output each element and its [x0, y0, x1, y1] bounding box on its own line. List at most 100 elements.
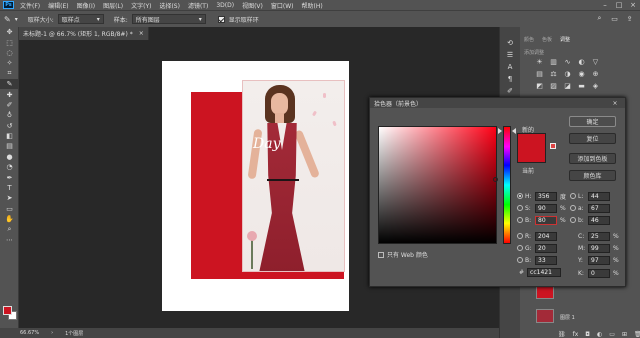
- tab-color[interactable]: 颜色: [520, 35, 538, 45]
- group-icon[interactable]: ▭: [609, 331, 615, 338]
- menu-help[interactable]: 帮助(H): [298, 1, 327, 10]
- menu-select[interactable]: 选择(S): [155, 1, 184, 10]
- a-radio[interactable]: [570, 205, 576, 211]
- lasso-tool-icon[interactable]: ◌: [0, 48, 19, 58]
- dodge-tool-icon[interactable]: ◔: [0, 162, 19, 172]
- lab-b-input[interactable]: 46: [588, 215, 610, 225]
- brush-panel-icon[interactable]: ✐: [500, 85, 520, 97]
- brightness-icon[interactable]: ☀: [534, 58, 545, 66]
- color-cursor[interactable]: [493, 177, 498, 182]
- new-layer-icon[interactable]: ⊞: [622, 331, 627, 338]
- y-input[interactable]: 97: [588, 255, 610, 265]
- black-white-icon[interactable]: ◑: [562, 70, 573, 78]
- l-input[interactable]: 44: [588, 191, 610, 201]
- fx-icon[interactable]: fx: [573, 331, 579, 338]
- menu-layer[interactable]: 图层(L): [99, 1, 127, 10]
- close-icon[interactable]: ×: [139, 30, 144, 37]
- tab-swatches[interactable]: 色板: [538, 35, 556, 45]
- close-icon[interactable]: ×: [626, 0, 640, 10]
- hue-slider[interactable]: [503, 126, 511, 244]
- selective-color-icon[interactable]: ◈: [590, 82, 601, 90]
- hue-slider-arrow-right[interactable]: [512, 128, 516, 134]
- r-input[interactable]: 204: [535, 231, 557, 241]
- healing-brush-tool-icon[interactable]: ✚: [0, 89, 19, 99]
- c-input[interactable]: 25: [588, 231, 610, 241]
- exposure-icon[interactable]: ◐: [576, 58, 587, 66]
- tab-adjustments[interactable]: 调整: [556, 35, 575, 45]
- add-to-swatches-button[interactable]: 添加到色板: [569, 153, 616, 164]
- more-tools-icon[interactable]: ⋯: [0, 235, 19, 245]
- reset-button[interactable]: 复位: [569, 133, 616, 144]
- share-icon[interactable]: ⇪: [625, 14, 634, 23]
- layer-thumbnail[interactable]: [536, 285, 554, 299]
- layer-1-thumbnail[interactable]: [536, 309, 554, 323]
- s-input[interactable]: 90: [535, 203, 557, 213]
- gradient-tool-icon[interactable]: ▤: [0, 141, 19, 151]
- zoom-level[interactable]: 66.67%: [20, 330, 39, 336]
- hue-slider-arrow-left[interactable]: [498, 128, 502, 134]
- curves-icon[interactable]: ∿: [562, 58, 573, 66]
- g-input[interactable]: 20: [535, 243, 557, 253]
- menu-edit[interactable]: 编辑(E): [44, 1, 72, 10]
- hue-saturation-icon[interactable]: ▤: [534, 70, 545, 78]
- blur-tool-icon[interactable]: ●: [0, 152, 19, 162]
- color-balance-icon[interactable]: ⚖: [548, 70, 559, 78]
- menu-view[interactable]: 视图(V): [238, 1, 267, 10]
- properties-panel-icon[interactable]: ☰: [500, 49, 520, 61]
- sample-dropdown[interactable]: 所有图层 ▾: [131, 14, 206, 24]
- gamut-warning-icon[interactable]: [550, 143, 556, 149]
- g-radio[interactable]: [517, 245, 523, 251]
- crop-tool-icon[interactable]: ⌗: [0, 69, 19, 79]
- r-radio[interactable]: [517, 233, 523, 239]
- brush-tool-icon[interactable]: ✐: [0, 100, 19, 110]
- zoom-tool-icon[interactable]: ⌕: [0, 224, 19, 234]
- blue-radio[interactable]: [517, 257, 523, 263]
- ok-button[interactable]: 确定: [569, 116, 616, 127]
- rectangle-tool-icon[interactable]: ▭: [0, 204, 19, 214]
- tool-preset-chevron-icon[interactable]: ▾: [15, 16, 18, 23]
- document-tab[interactable]: 未标题-1 @ 66.7% (矩形 1, RGB/8#) * ×: [19, 27, 149, 40]
- show-ring-checkbox[interactable]: [217, 15, 225, 23]
- channel-mixer-icon[interactable]: ⊕: [590, 70, 601, 78]
- marquee-tool-icon[interactable]: ⬚: [0, 37, 19, 47]
- character-panel-icon[interactable]: A: [500, 61, 520, 73]
- current-color-swatch[interactable]: [517, 148, 546, 163]
- maximize-icon[interactable]: □: [612, 0, 626, 10]
- dialog-title-bar[interactable]: 拾色器（前景色） ×: [370, 98, 625, 108]
- h-radio[interactable]: [517, 193, 523, 199]
- gradient-map-icon[interactable]: ▬: [576, 82, 587, 90]
- clone-stamp-tool-icon[interactable]: ♁: [0, 110, 19, 120]
- sample-size-dropdown[interactable]: 取样点 ▾: [57, 14, 104, 24]
- adjustment-layer-icon[interactable]: ◐: [597, 331, 602, 338]
- history-brush-tool-icon[interactable]: ↺: [0, 121, 19, 131]
- blue-input[interactable]: 33: [535, 255, 557, 265]
- menu-type[interactable]: 文字(Y): [127, 1, 155, 10]
- l-radio[interactable]: [570, 193, 576, 199]
- path-selection-tool-icon[interactable]: ➤: [0, 193, 19, 203]
- paragraph-panel-icon[interactable]: ¶: [500, 73, 520, 85]
- hex-input[interactable]: cc1421: [527, 268, 562, 277]
- menu-3d[interactable]: 3D(D): [212, 2, 238, 9]
- m-input[interactable]: 99: [588, 243, 610, 253]
- type-tool-icon[interactable]: T: [0, 183, 19, 193]
- eraser-tool-icon[interactable]: ◧: [0, 131, 19, 141]
- menu-image[interactable]: 图像(I): [73, 1, 99, 10]
- lab-b-radio[interactable]: [570, 217, 576, 223]
- web-only-checkbox[interactable]: [378, 251, 384, 258]
- minimize-icon[interactable]: –: [598, 0, 612, 10]
- history-panel-icon[interactable]: ⟲: [500, 37, 520, 49]
- vibrance-icon[interactable]: ▽: [590, 58, 601, 66]
- hand-tool-icon[interactable]: ✋: [0, 214, 19, 224]
- canvas[interactable]: Day: [162, 61, 349, 311]
- threshold-icon[interactable]: ◪: [562, 82, 573, 90]
- menu-file[interactable]: 文件(F): [16, 1, 44, 10]
- add-mask-icon[interactable]: ◘: [585, 331, 590, 338]
- status-arrow[interactable]: ›: [51, 330, 53, 336]
- move-tool-icon[interactable]: ✥: [0, 27, 19, 37]
- link-layers-icon[interactable]: ⛓: [558, 331, 566, 338]
- posterize-icon[interactable]: ▨: [548, 82, 559, 90]
- h-input[interactable]: 356: [535, 191, 557, 201]
- brightness-radio[interactable]: [517, 217, 523, 223]
- trash-icon[interactable]: 🗑: [634, 331, 640, 338]
- foreground-color-swatch[interactable]: [3, 306, 12, 315]
